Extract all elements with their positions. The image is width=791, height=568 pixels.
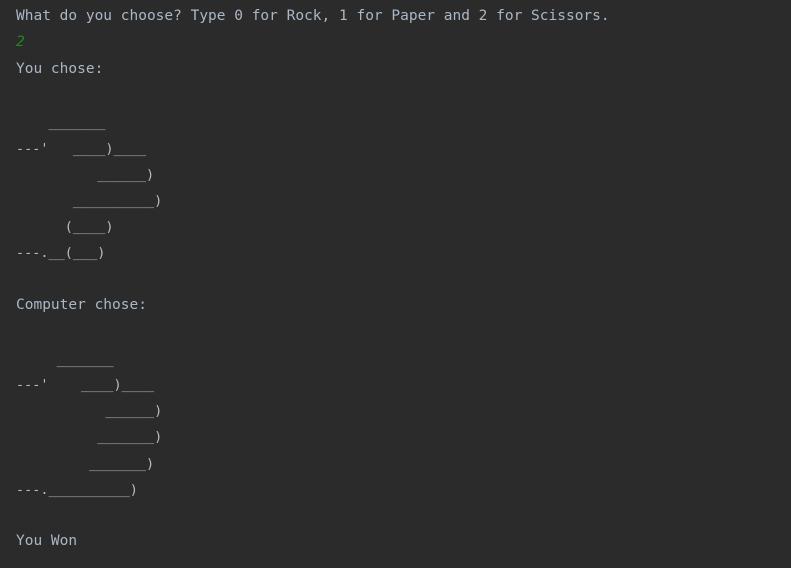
user-art-line: __________) bbox=[16, 193, 163, 209]
computer-art-line: ---' ____)____ bbox=[16, 377, 155, 393]
computer-art-line: ______) bbox=[16, 403, 163, 419]
user-art-line: ---' ____)____ bbox=[16, 141, 147, 157]
user-art-line: ______) bbox=[16, 167, 155, 183]
user-art-line: (____) bbox=[16, 219, 114, 235]
computer-art-line: _______) bbox=[16, 456, 155, 472]
result-text: You Won bbox=[16, 533, 78, 549]
computer-art-line: _______) bbox=[16, 429, 163, 445]
prompt-text: What do you choose? Type 0 for Rock, 1 f… bbox=[16, 8, 610, 24]
computer-chose-label: Computer chose: bbox=[16, 297, 147, 313]
user-input-echo: 2 bbox=[16, 34, 25, 50]
computer-art-line: ---.__________) bbox=[16, 482, 138, 498]
console-output: What do you choose? Type 0 for Rock, 1 f… bbox=[0, 0, 791, 568]
you-chose-label: You chose: bbox=[16, 61, 104, 77]
user-art-line: ---.__(___) bbox=[16, 245, 106, 261]
computer-art-line: _______ bbox=[16, 352, 114, 368]
user-art-line: _______ bbox=[16, 115, 106, 131]
